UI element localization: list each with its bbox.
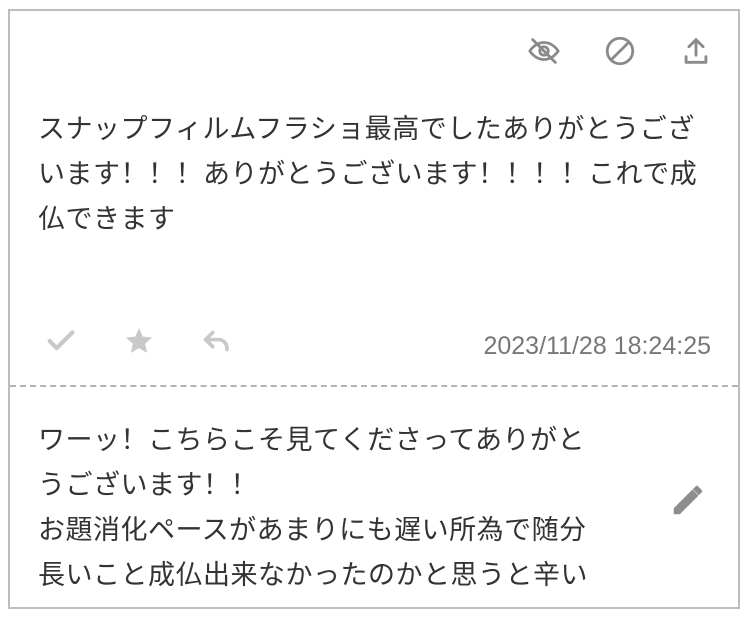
block-icon[interactable] (596, 31, 644, 71)
pencil-icon[interactable] (666, 478, 710, 522)
eye-off-icon[interactable] (520, 31, 568, 71)
star-icon[interactable] (113, 317, 165, 365)
divider (10, 385, 738, 387)
reply-text: ワーッ！こちらこそ見てくださってありがと うございます！！ お題消化ペースがあま… (38, 425, 588, 591)
bottom-actions (35, 317, 243, 365)
upload-icon[interactable] (672, 31, 720, 71)
top-actions (520, 31, 720, 71)
message-text: スナップフィルムフラショ最高でしたありがとうございます！！！ありがとうございます… (38, 114, 698, 235)
timestamp: 2023/11/28 18:24:25 (483, 332, 711, 360)
message-card: スナップフィルムフラショ最高でしたありがとうございます！！！ありがとうございます… (8, 9, 740, 609)
reply-icon[interactable] (191, 317, 243, 365)
check-icon[interactable] (35, 317, 87, 365)
